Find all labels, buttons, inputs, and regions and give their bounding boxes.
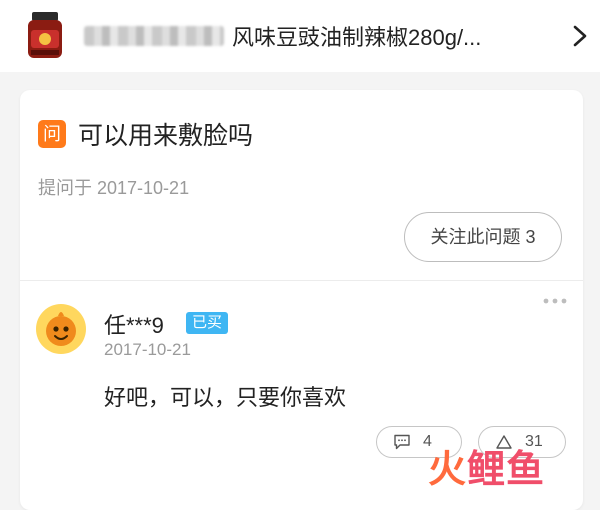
comment-icon: [394, 434, 410, 450]
answer-username: 任***9: [104, 313, 164, 338]
question-title: 可以用来敷脸吗: [78, 122, 254, 150]
follow-question-button[interactable]: 关注此问题 3: [404, 212, 562, 262]
answer-date: 2017-10-21: [104, 340, 191, 359]
product-thumbnail: [28, 12, 62, 58]
blurred-brand-name: [84, 26, 224, 46]
product-bar[interactable]: 风味豆豉油制辣椒280g/...: [0, 0, 600, 72]
divider: [20, 280, 583, 281]
bought-badge: 已买: [186, 312, 229, 334]
chevron-right-icon[interactable]: [570, 22, 590, 50]
question-badge-icon: 问: [38, 120, 66, 148]
question-date: 提问于 2017-10-21: [38, 178, 190, 198]
avatar[interactable]: [36, 304, 86, 354]
product-title[interactable]: 风味豆豉油制辣椒280g/...: [232, 20, 481, 52]
answer-text: 好吧，可以，只要你喜欢: [104, 385, 347, 410]
watermark-logo: 火鲤鱼: [428, 449, 546, 491]
more-options-icon[interactable]: [542, 296, 568, 306]
